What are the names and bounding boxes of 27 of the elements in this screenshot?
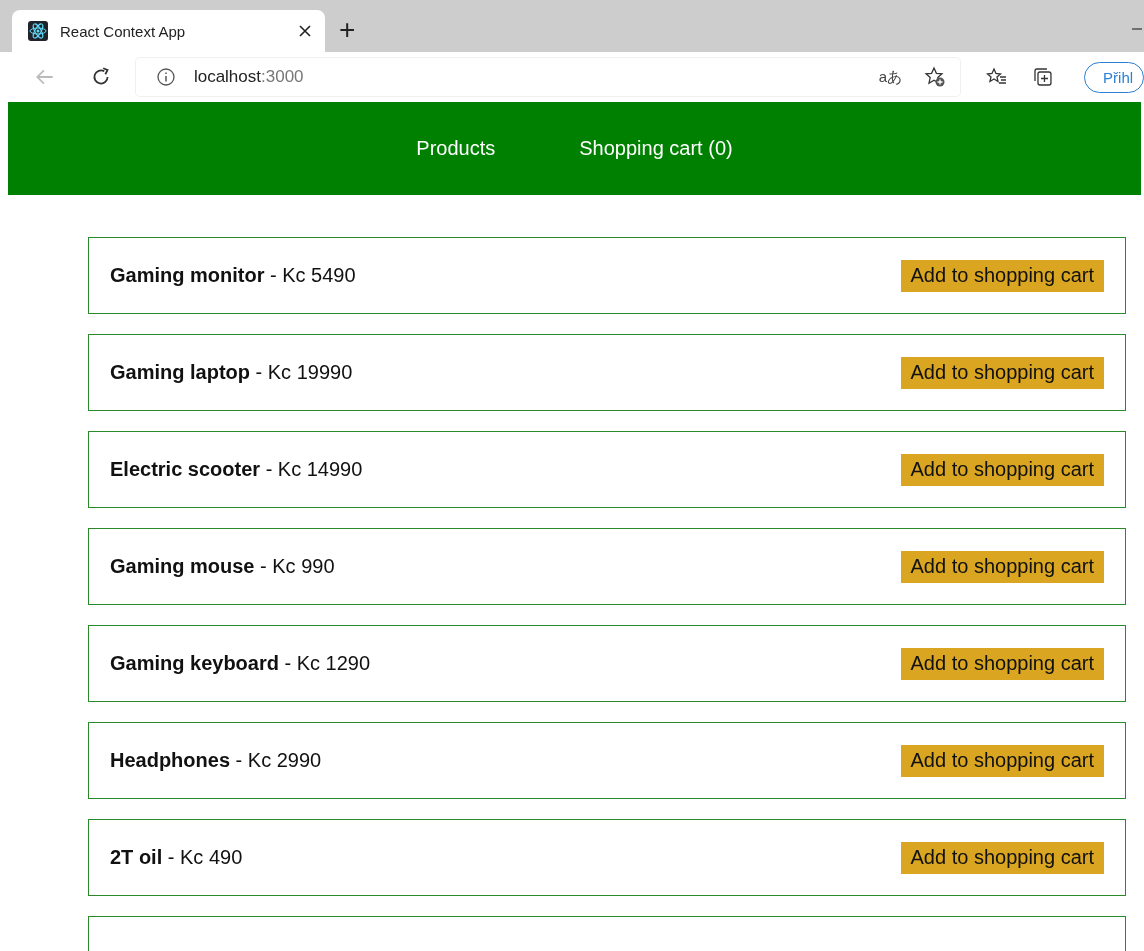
add-to-cart-button[interactable]: Add to shopping cart bbox=[900, 744, 1104, 777]
tab-title: React Context App bbox=[60, 22, 187, 40]
product-text: Headphones - Kc 2990 bbox=[110, 749, 322, 772]
add-to-cart-button[interactable]: Add to shopping cart bbox=[900, 841, 1104, 874]
add-to-cart-button[interactable]: Add to shopping cart bbox=[900, 356, 1104, 389]
add-to-cart-button[interactable]: Add to shopping cart bbox=[900, 453, 1104, 486]
product-text: 2T oil - Kc 490 bbox=[110, 846, 243, 869]
info-icon[interactable] bbox=[155, 67, 176, 87]
collections-icon[interactable] bbox=[1032, 66, 1055, 88]
add-to-cart-button[interactable]: Add to shopping cart bbox=[900, 647, 1104, 680]
atom-icon bbox=[28, 21, 48, 41]
add-to-cart-button[interactable]: Add to shopping cart bbox=[900, 259, 1104, 292]
browser-tab[interactable]: React Context App bbox=[12, 10, 325, 52]
product-text: Gaming mouse - Kc 990 bbox=[110, 555, 335, 578]
new-tab-button[interactable]: + bbox=[339, 14, 356, 46]
product-text: Electric scooter - Kc 14990 bbox=[110, 458, 363, 481]
read-aloud-button[interactable]: aあ bbox=[878, 67, 903, 87]
address-bar[interactable]: localhost:3000 aあ bbox=[135, 58, 961, 96]
star-plus-icon[interactable] bbox=[924, 66, 947, 88]
add-to-cart-button[interactable]: Add to shopping cart bbox=[900, 550, 1104, 583]
close-icon[interactable] bbox=[299, 25, 311, 37]
nav-link[interactable]: Shopping cart (0) bbox=[579, 137, 733, 160]
product-text: Gaming keyboard - Kc 1290 bbox=[110, 652, 371, 675]
url-text: localhost:3000 bbox=[193, 67, 304, 87]
nav-link[interactable]: Products bbox=[416, 137, 496, 160]
product-text: Gaming monitor - Kc 5490 bbox=[110, 264, 356, 287]
product-text: Gaming laptop - Kc 19990 bbox=[110, 361, 353, 384]
